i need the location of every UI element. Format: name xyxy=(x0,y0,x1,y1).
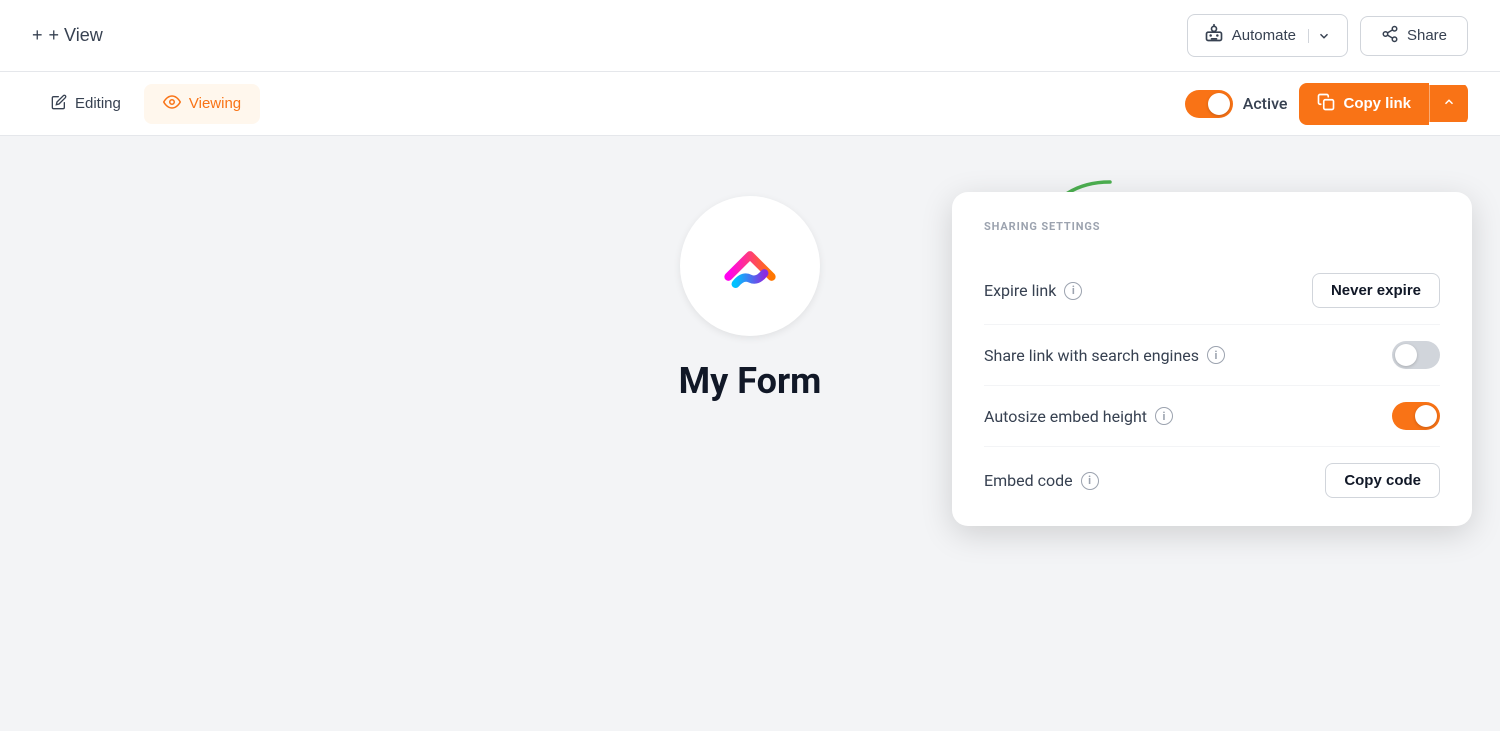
copy-link-label: Copy link xyxy=(1343,95,1411,112)
chevron-up-icon xyxy=(1442,95,1456,112)
view-tabs-bar: Editing Viewing Active Copy link xyxy=(0,72,1500,136)
top-bar-right: Automate Share xyxy=(1187,14,1468,57)
share-label: Share xyxy=(1407,27,1447,44)
search-engines-toggle-slider xyxy=(1392,341,1440,369)
expire-link-label: Expire link xyxy=(984,281,1056,300)
add-view-button[interactable]: + + View xyxy=(32,25,103,46)
expire-link-label-group: Expire link i xyxy=(984,281,1082,300)
plus-icon: + xyxy=(32,25,43,46)
search-engines-toggle[interactable] xyxy=(1392,341,1440,369)
robot-icon xyxy=(1204,23,1224,48)
clickup-logo-svg xyxy=(714,230,786,302)
top-bar: + + View Automate xyxy=(0,0,1500,72)
share-button[interactable]: Share xyxy=(1360,16,1468,56)
share-icon xyxy=(1381,25,1399,47)
search-engines-label-group: Share link with search engines i xyxy=(984,346,1225,365)
autosize-info-icon[interactable]: i xyxy=(1155,407,1173,425)
copy-link-button[interactable]: Copy link xyxy=(1299,83,1429,125)
automate-chevron-icon xyxy=(1308,29,1331,43)
active-label: Active xyxy=(1243,94,1288,113)
info-text-4: i xyxy=(1088,474,1091,487)
info-text-3: i xyxy=(1163,410,1166,423)
autosize-row: Autosize embed height i xyxy=(984,386,1440,447)
copy-code-label: Copy code xyxy=(1344,472,1421,489)
copy-link-icon xyxy=(1317,93,1335,115)
copy-link-group: Copy link xyxy=(1299,83,1468,125)
info-text: i xyxy=(1072,284,1075,297)
search-engines-row: Share link with search engines i xyxy=(984,325,1440,386)
toggle-slider xyxy=(1185,90,1233,118)
autosize-toggle-knob xyxy=(1415,405,1437,427)
active-toggle[interactable] xyxy=(1185,90,1233,118)
eye-icon xyxy=(163,93,181,115)
add-view-label: + View xyxy=(49,25,103,46)
embed-code-label-group: Embed code i xyxy=(984,471,1099,490)
main-content: My Form SHARING SETTINGS Expire link i N… xyxy=(0,136,1500,731)
pencil-icon xyxy=(51,94,67,114)
info-text-2: i xyxy=(1215,349,1218,362)
toggle-knob xyxy=(1208,93,1230,115)
embed-code-row: Embed code i Copy code xyxy=(984,447,1440,498)
sharing-settings-title: SHARING SETTINGS xyxy=(984,220,1440,233)
embed-code-info-icon[interactable]: i xyxy=(1081,472,1099,490)
autosize-toggle[interactable] xyxy=(1392,402,1440,430)
active-toggle-group: Active xyxy=(1185,90,1288,118)
tab-editing[interactable]: Editing xyxy=(32,85,140,123)
sharing-dropdown: SHARING SETTINGS Expire link i Never exp… xyxy=(952,192,1472,526)
editing-label: Editing xyxy=(75,95,121,112)
copy-link-chevron-button[interactable] xyxy=(1429,85,1468,122)
view-tabs-right: Active Copy link xyxy=(1185,83,1468,125)
search-engines-label: Share link with search engines xyxy=(984,346,1199,365)
copy-code-button[interactable]: Copy code xyxy=(1325,463,1440,498)
autosize-label: Autosize embed height xyxy=(984,407,1147,426)
tab-viewing[interactable]: Viewing xyxy=(144,84,260,124)
autosize-label-group: Autosize embed height i xyxy=(984,407,1173,426)
automate-button[interactable]: Automate xyxy=(1187,14,1348,57)
never-expire-label: Never expire xyxy=(1331,282,1421,299)
search-engines-info-icon[interactable]: i xyxy=(1207,346,1225,364)
search-engines-toggle-knob xyxy=(1395,344,1417,366)
expire-link-info-icon[interactable]: i xyxy=(1064,282,1082,300)
automate-label: Automate xyxy=(1232,27,1296,44)
view-tabs-left: Editing Viewing xyxy=(32,84,260,124)
autosize-toggle-slider xyxy=(1392,402,1440,430)
never-expire-button[interactable]: Never expire xyxy=(1312,273,1440,308)
viewing-label: Viewing xyxy=(189,95,241,112)
form-logo xyxy=(680,196,820,336)
expire-link-row: Expire link i Never expire xyxy=(984,257,1440,325)
form-title: My Form xyxy=(679,360,822,402)
embed-code-label: Embed code xyxy=(984,471,1073,490)
